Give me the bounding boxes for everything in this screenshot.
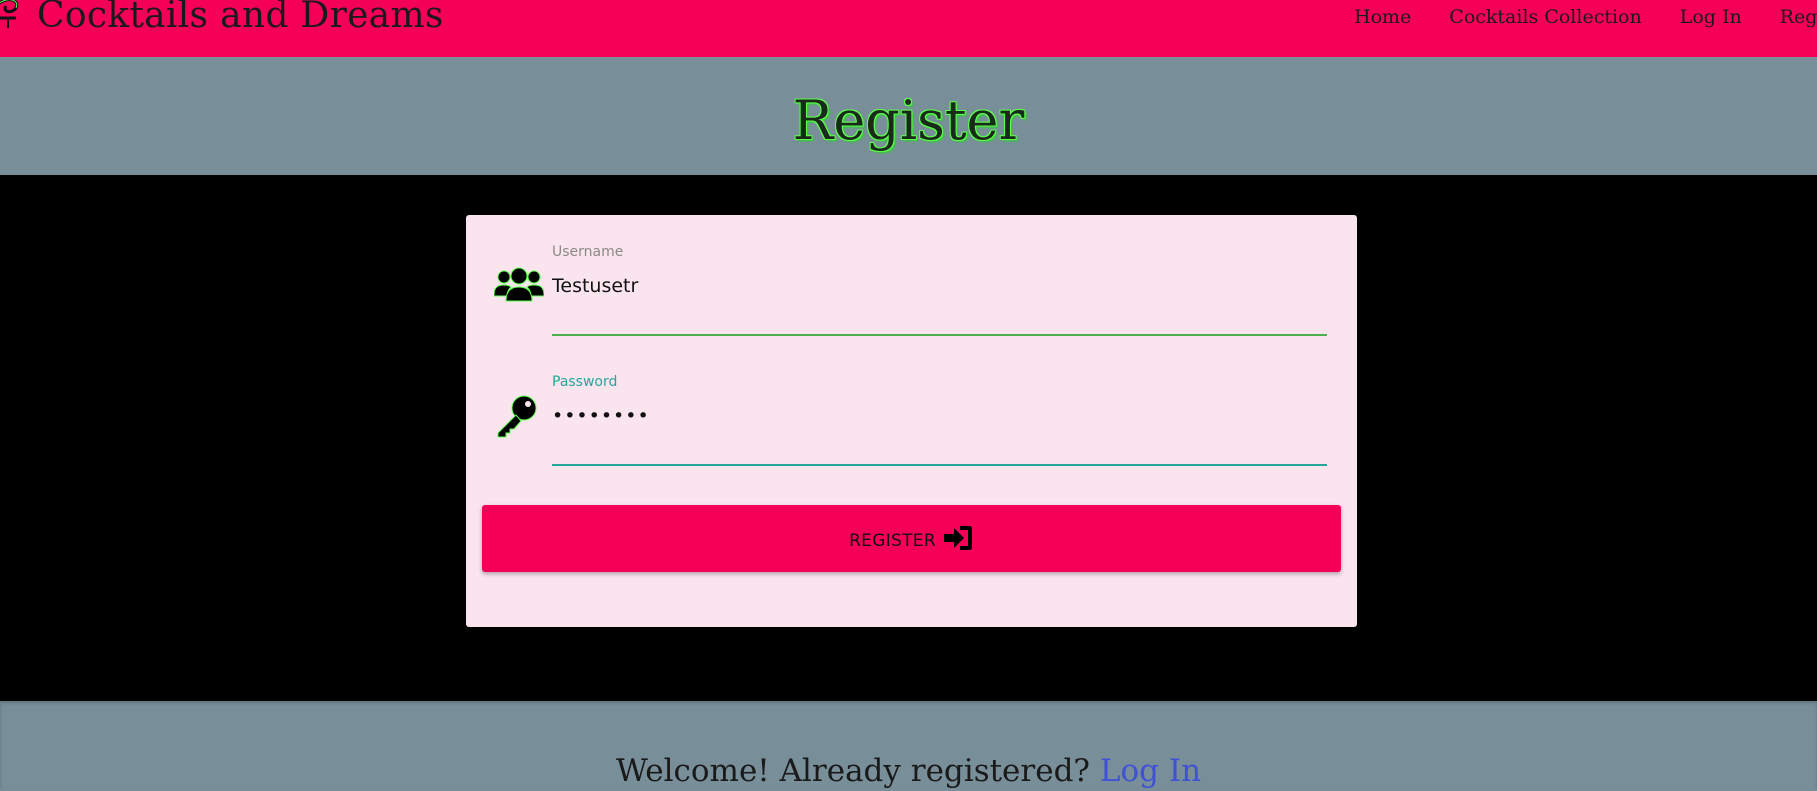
register-button-label: REGISTER <box>849 530 936 551</box>
login-link[interactable]: Log In <box>1100 753 1201 789</box>
username-label: Username <box>552 244 624 260</box>
username-input[interactable] <box>552 267 1327 305</box>
nav-log-in[interactable]: Log In <box>1680 5 1742 29</box>
users-icon <box>494 267 544 302</box>
cocktail-logo-icon <box>0 0 19 28</box>
page-title: Register <box>792 89 1025 152</box>
sign-in-icon <box>943 525 972 550</box>
register-form: Username Password REGISTER <box>466 215 1357 627</box>
password-label: Password <box>552 374 618 390</box>
nav-cocktails-collection[interactable]: Cocktails Collection <box>1449 5 1641 29</box>
brand-link[interactable]: Cocktails and Dreams <box>0 0 444 38</box>
welcome-message: Welcome! Already registered? Log In <box>0 751 1817 791</box>
username-field-group: Username <box>466 243 1357 336</box>
password-underline <box>552 464 1327 466</box>
password-field-group: Password <box>466 373 1357 466</box>
nav-home[interactable]: Home <box>1354 5 1411 29</box>
nav-register[interactable]: Register <box>1780 5 1817 29</box>
title-band: Register <box>0 57 1817 175</box>
password-input[interactable] <box>552 397 1327 435</box>
footer-band: Welcome! Already registered? Log In <box>0 701 1817 789</box>
register-button[interactable]: REGISTER <box>482 505 1341 572</box>
navbar: Cocktails and Dreams Home Cocktails Coll… <box>0 0 1817 57</box>
form-section: Username Password REGISTER <box>0 175 1817 701</box>
welcome-prompt: Welcome! Already registered? <box>615 753 1100 789</box>
key-icon <box>497 395 537 438</box>
nav-links: Home Cocktails Collection Log In Registe… <box>1335 5 1817 29</box>
brand-title: Cocktails and Dreams <box>37 0 444 36</box>
username-underline <box>552 334 1327 336</box>
